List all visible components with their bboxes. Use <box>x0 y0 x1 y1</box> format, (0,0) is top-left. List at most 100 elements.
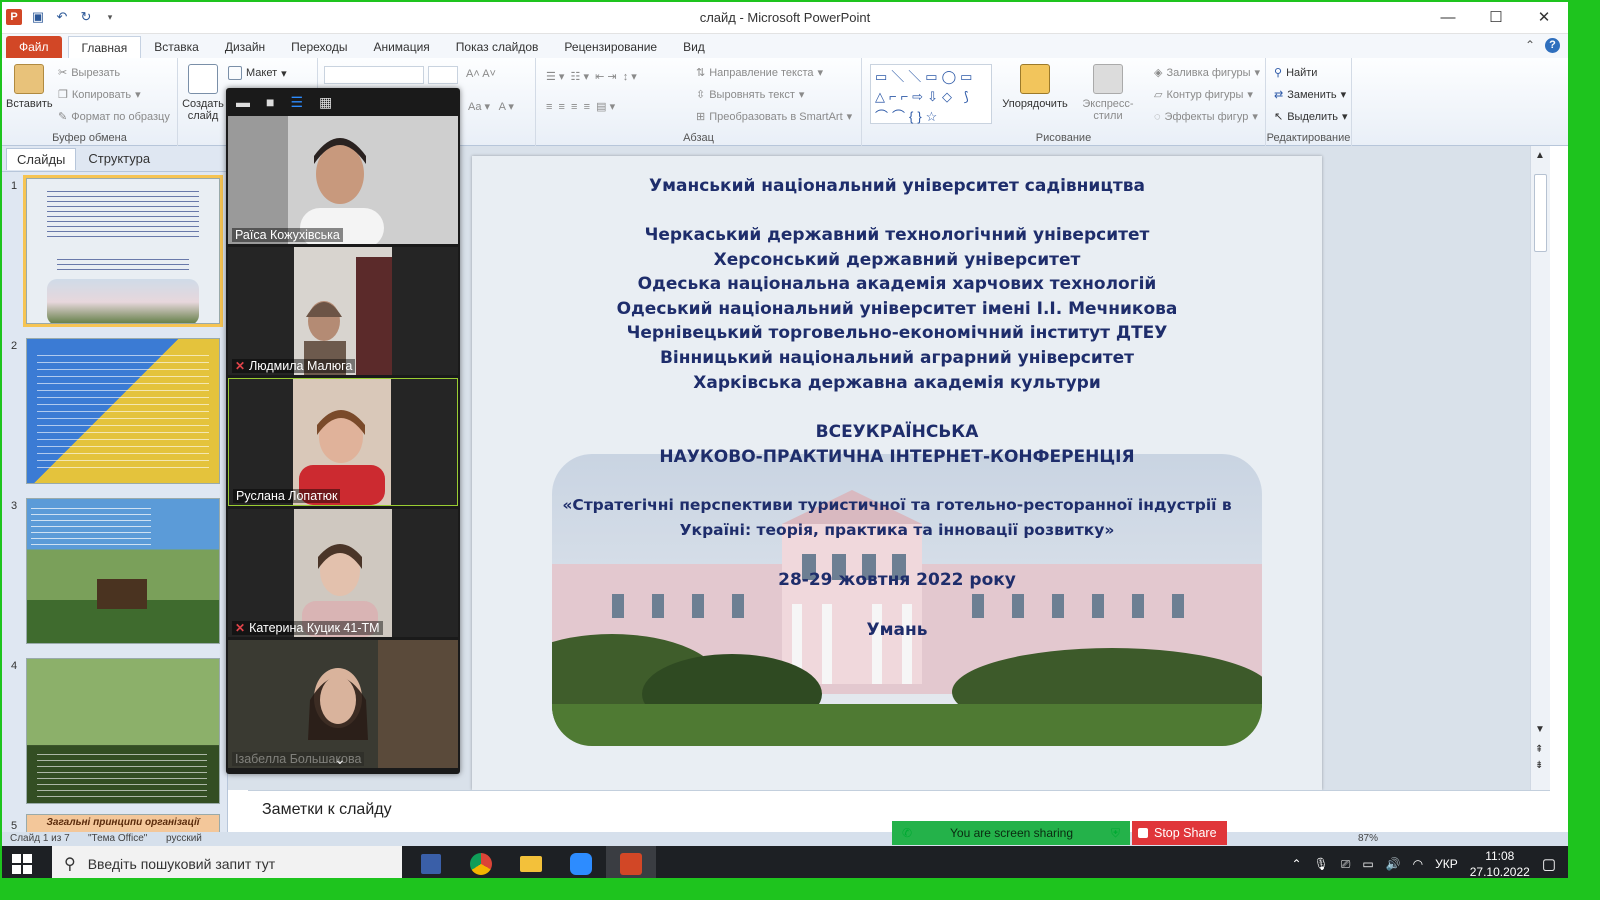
replace-icon: ⇄ <box>1274 89 1284 101</box>
slide-number: 4 <box>11 660 18 672</box>
tab-animation[interactable]: Анимация <box>360 36 442 58</box>
previous-slide-icon[interactable]: ⇞ <box>1535 744 1543 755</box>
tab-insert[interactable]: Вставка <box>141 36 212 58</box>
zoom-level[interactable]: 87% <box>1358 833 1378 844</box>
theme-name: "Тема Office" <box>88 833 148 844</box>
minimize-button[interactable]: — <box>1424 2 1472 34</box>
scroll-thumb[interactable] <box>1534 174 1547 252</box>
taskbar-app-powerpoint[interactable] <box>606 846 656 878</box>
participant-name: Людмила Малюга <box>249 359 353 373</box>
paste-button[interactable]: Вставить <box>6 64 53 110</box>
tab-view[interactable]: Вид <box>670 36 718 58</box>
scroll-down-icon[interactable]: ▼ <box>1535 724 1545 735</box>
wifi-icon[interactable]: ◠ <box>1413 857 1423 871</box>
quick-styles-button[interactable]: Экспресс-стили <box>1068 64 1148 122</box>
slide-line: ВСЕУКРАЇНСЬКА <box>815 422 979 442</box>
tab-transitions[interactable]: Переходы <box>278 36 360 58</box>
minimize-video-icon[interactable]: ▬ <box>236 94 250 110</box>
close-button[interactable]: ✕ <box>1520 2 1568 34</box>
slide-thumbnail-1[interactable] <box>23 175 223 327</box>
participant-tile[interactable]: ✕ Катерина Куцик 41-ТМ <box>228 509 458 637</box>
tab-outline[interactable]: Структура <box>78 148 160 169</box>
slide-line: 28-29 жовтня 2022 року <box>778 570 1016 590</box>
shapes-gallery[interactable]: ▭＼＼▭◯▭ △⌐⌐⇨⇩◇ ⟆⌒⌒{}☆ <box>870 64 992 124</box>
language-indicator[interactable]: русский <box>166 833 202 844</box>
participant-tile[interactable]: Раїса Кожухівська <box>228 116 458 244</box>
slide-thumbnail-3[interactable] <box>26 498 220 644</box>
next-slide-icon[interactable]: ⇟ <box>1535 760 1543 771</box>
layout-button[interactable]: Макет ▾ <box>228 66 287 80</box>
hide-video-icon[interactable]: ■ <box>266 94 274 110</box>
shape-outline-button[interactable]: ▱ Контур фигуры ▾ <box>1154 88 1253 102</box>
tab-slides[interactable]: Слайды <box>6 147 77 170</box>
taskbar-app-save[interactable] <box>406 846 456 878</box>
tray-expand-icon[interactable]: ⌃ <box>1291 857 1301 871</box>
slide-thumbnail-4[interactable] <box>26 658 220 804</box>
slide-thumbnail-2[interactable] <box>26 338 220 484</box>
zoom-video-panel[interactable]: ▬ ■ ☰ ▦ Раїса Кожухівська ✕ Людмила Малюг… <box>226 88 460 774</box>
smartart-button[interactable]: ⊞ Преобразовать в SmartArt ▾ <box>696 110 852 124</box>
participant-tile[interactable]: Ізабелла Большакова <box>228 640 458 768</box>
arrange-button[interactable]: Упорядочить <box>1002 64 1068 110</box>
tab-design[interactable]: Дизайн <box>212 36 278 58</box>
maximize-button[interactable]: ☐ <box>1472 2 1520 34</box>
brush-icon: ✎ <box>58 111 68 123</box>
taskbar-app-chrome[interactable] <box>456 846 506 878</box>
battery-icon[interactable]: ▭ <box>1362 857 1373 871</box>
slide-canvas[interactable]: Уманський національний університет садів… <box>472 156 1322 790</box>
font-name-field[interactable] <box>324 66 424 84</box>
cut-button[interactable]: ✂ Вырезать <box>58 66 120 80</box>
align-icons[interactable]: ≡ ≡ ≡ ≡ ▤ ▾ <box>546 100 615 113</box>
slide-line: Україні: теорія, практика та інновації р… <box>679 521 1115 539</box>
slide-number: 1 <box>11 180 18 192</box>
meet-now-icon[interactable]: ⎚ <box>1341 857 1351 872</box>
speaker-view-icon[interactable]: ☰ <box>290 94 303 111</box>
quick-styles-icon <box>1093 64 1123 94</box>
participant-name: Катерина Куцик 41-ТМ <box>249 621 380 635</box>
title-bar: P ▣ ↶ ↻ ▾ слайд - Microsoft PowerPoint —… <box>2 2 1568 34</box>
group-label: Буфер обмена <box>52 132 127 144</box>
grow-font-icon[interactable]: A˄ A˅ <box>466 68 496 80</box>
gallery-view-icon[interactable]: ▦ <box>319 94 332 111</box>
tab-file[interactable]: Файл <box>6 36 62 58</box>
taskbar-app-explorer[interactable] <box>506 846 556 878</box>
sharing-text: You are screen sharing <box>950 826 1074 840</box>
ribbon-tabs: Файл Главная Вставка Дизайн Переходы Ани… <box>2 34 1568 58</box>
format-painter-button[interactable]: ✎ Формат по образцу <box>58 110 170 124</box>
vertical-scrollbar[interactable]: ▲ ▼ ⇞ ⇟ <box>1530 146 1550 790</box>
stop-share-button[interactable]: Stop Share <box>1132 821 1227 845</box>
bullets-icon[interactable]: ☰ ▾ ☷ ▾ ⇤ ⇥ ↕ ▾ <box>546 70 637 83</box>
group-label: Абзац <box>683 132 714 144</box>
participant-tile[interactable]: ✕ Людмила Малюга <box>228 247 458 375</box>
text-direction-button[interactable]: ⇅ Направление текста ▾ <box>696 66 823 80</box>
font-size-field[interactable] <box>428 66 458 84</box>
shape-fill-button[interactable]: ◈ Заливка фигуры ▾ <box>1154 66 1260 80</box>
new-slide-button[interactable]: Создать слайд <box>182 64 224 122</box>
case-icon[interactable]: Aa ▾ A ▾ <box>468 100 514 113</box>
notification-icon[interactable]: ▢ <box>1542 855 1556 873</box>
chevron-down-icon[interactable]: ⌄ <box>334 751 346 768</box>
copy-button[interactable]: ❐ Копировать ▾ <box>58 88 141 102</box>
collapse-ribbon-icon[interactable]: ⌃ <box>1525 38 1535 53</box>
select-button[interactable]: ↖ Выделить ▾ <box>1274 110 1348 124</box>
tab-slideshow[interactable]: Показ слайдов <box>443 36 552 58</box>
new-slide-icon <box>188 64 218 94</box>
find-button[interactable]: ⚲ Найти <box>1274 66 1317 80</box>
sharing-indicator[interactable]: ✆ You are screen sharing ⛨ <box>892 821 1130 845</box>
slide-thumbnail-5[interactable]: Загальні принципи організації <box>26 814 220 834</box>
shape-effects-button[interactable]: ◌ Эффекты фигур ▾ <box>1154 110 1258 124</box>
replace-button[interactable]: ⇄ Заменить ▾ <box>1274 88 1346 102</box>
clock[interactable]: 11:08 27.10.2022 <box>1470 848 1530 878</box>
taskbar-search[interactable]: ⚲ Введіть пошуковий запит тут <box>52 846 402 878</box>
tab-review[interactable]: Рецензирование <box>551 36 670 58</box>
microphone-icon[interactable]: 🎙 <box>1314 857 1329 871</box>
participant-tile[interactable]: Руслана Лопатюк <box>228 378 458 506</box>
help-icon[interactable]: ? <box>1545 38 1560 53</box>
scroll-up-icon[interactable]: ▲ <box>1535 150 1545 161</box>
tab-home[interactable]: Главная <box>67 36 142 58</box>
windows-start-icon[interactable] <box>12 854 32 874</box>
input-language[interactable]: УКР <box>1435 857 1458 871</box>
align-text-button[interactable]: ⇳ Выровнять текст ▾ <box>696 88 804 102</box>
taskbar-app-zoom[interactable] <box>556 846 606 878</box>
volume-icon[interactable]: 🔊 <box>1386 857 1401 871</box>
